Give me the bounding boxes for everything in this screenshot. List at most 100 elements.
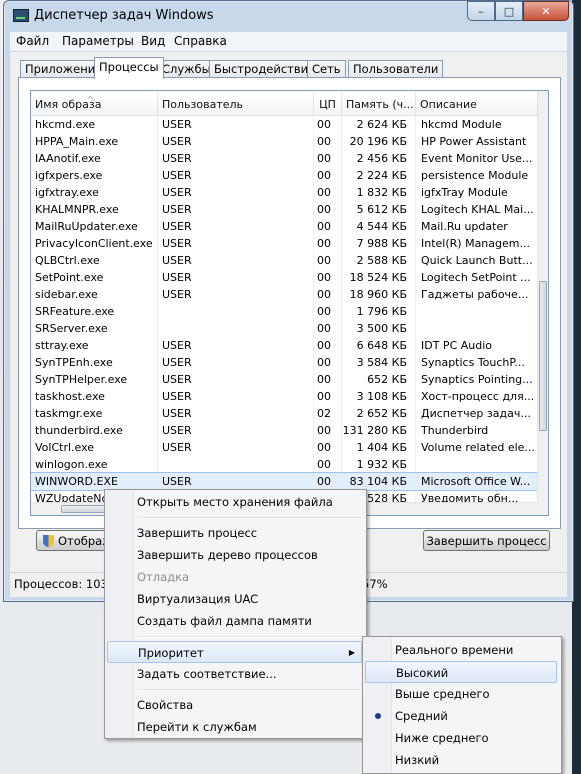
cell-memory: 2 624 КБ xyxy=(356,118,407,131)
cell-description: Event Monitor Use... xyxy=(421,152,533,165)
tab-network[interactable]: Сеть xyxy=(307,60,346,78)
context-menu-item[interactable]: Создать файл дампа памяти xyxy=(107,610,362,632)
priority-menu-item[interactable]: Реального времени xyxy=(365,639,557,661)
menu-options[interactable]: Параметры xyxy=(62,34,134,48)
table-row[interactable]: SRFeature.exe 00 1 796 КБ xyxy=(31,303,538,320)
cell-memory: 2 224 КБ xyxy=(356,169,407,182)
table-row[interactable]: sttray.exe USER 00 6 648 КБ IDT PC Audio xyxy=(31,337,538,354)
cell-user: USER xyxy=(162,186,192,199)
process-list[interactable]: ^ Имя образа Пользователь ЦП Память (ч..… xyxy=(30,90,549,516)
table-row[interactable]: igfxtray.exe USER 00 1 832 КБ igfxTray Modul… xyxy=(31,184,538,201)
vertical-scrollbar[interactable] xyxy=(537,91,548,515)
title-bar[interactable]: Диспетчер задач Windows – □ ✕ xyxy=(4,1,573,29)
tab-performance[interactable]: Быстродействие xyxy=(209,60,321,78)
cell-user: USER xyxy=(162,169,192,182)
task-manager-icon xyxy=(13,9,29,22)
cell-cpu: 00 xyxy=(317,305,331,318)
cell-memory: 1 832 КБ xyxy=(356,186,407,199)
priority-menu-item[interactable]: Средний xyxy=(365,705,557,727)
column-header-row: ^ Имя образа Пользователь ЦП Память (ч..… xyxy=(31,95,538,116)
cell-image-name: KHALMNPR.exe xyxy=(35,203,119,216)
table-row[interactable]: SetPoint.exe USER 00 18 524 КБ Logitech SetP… xyxy=(31,269,538,286)
table-row[interactable]: PrivacyIconClient.exe USER 00 7 988 КБ Intel… xyxy=(31,235,538,252)
context-menu-item[interactable]: Завершить дерево процессов xyxy=(107,544,362,566)
cell-cpu: 00 xyxy=(317,220,331,233)
end-process-button[interactable]: Завершить процесс xyxy=(423,530,550,551)
close-button[interactable]: ✕ xyxy=(523,1,569,21)
table-row[interactable]: VolCtrl.exe USER 00 1 404 КБ Volume related … xyxy=(31,439,538,456)
cell-image-name: SRFeature.exe xyxy=(35,305,115,318)
column-header-description[interactable]: Описание xyxy=(416,95,538,115)
context-menu-item[interactable]: Перейти к службам xyxy=(107,716,362,738)
context-menu-item[interactable]: Приоритет ▶ xyxy=(107,641,362,663)
cell-cpu: 00 xyxy=(317,254,331,267)
cell-description: Гаджеты рабоче... xyxy=(421,288,529,301)
priority-menu-item[interactable]: Низкий xyxy=(365,749,557,771)
process-rows: hkcmd.exe USER 00 2 624 КБ hkcmd Module HPPA_… xyxy=(31,116,539,507)
priority-menu-item[interactable]: Высокий xyxy=(365,661,557,683)
cell-image-name: igfxtray.exe xyxy=(35,186,99,199)
cell-cpu: 00 xyxy=(317,356,331,369)
menu-file[interactable]: Файл xyxy=(16,34,49,48)
table-row[interactable]: QLBCtrl.exe USER 00 2 588 КБ Quick Launch Bu… xyxy=(31,252,538,269)
column-header-user[interactable]: Пользователь xyxy=(158,95,314,115)
column-header-cpu[interactable]: ЦП xyxy=(314,95,342,115)
cell-description: hkcmd Module xyxy=(421,118,502,131)
column-header-image-name[interactable]: ^ Имя образа xyxy=(31,95,158,115)
cell-image-name: SynTPHelper.exe xyxy=(35,373,128,386)
table-row[interactable]: IAAnotif.exe USER 00 2 456 КБ Event Monitor … xyxy=(31,150,538,167)
cell-cpu: 00 xyxy=(317,288,331,301)
cell-user: USER xyxy=(162,237,192,250)
context-menu-item[interactable]: Свойства xyxy=(107,694,362,716)
context-menu-item[interactable]: Завершить процесс xyxy=(107,522,362,544)
cell-cpu: 02 xyxy=(317,407,331,420)
menu-item-label: Свойства xyxy=(137,698,194,712)
menu-view[interactable]: Вид xyxy=(141,34,165,48)
tab-users[interactable]: Пользователи xyxy=(348,60,444,78)
cell-description: Synaptics TouchP... xyxy=(421,356,525,369)
cell-description: persistence Module xyxy=(421,169,529,182)
menu-item-label: Открыть место хранения файла xyxy=(137,495,333,509)
minimize-button[interactable]: – xyxy=(467,1,495,21)
table-row[interactable]: thunderbird.exe USER 00 131 280 КБ Thunderbi… xyxy=(31,422,538,439)
cell-user: USER xyxy=(162,390,192,403)
cell-image-name: winlogon.exe xyxy=(35,458,108,471)
table-row[interactable]: taskhost.exe USER 00 3 108 КБ Хост-процесс д… xyxy=(31,388,538,405)
menu-item-label: Виртуализация UAC xyxy=(137,592,259,606)
table-row[interactable]: SynTPHelper.exe USER 00 652 КБ Synaptics Poi… xyxy=(31,371,538,388)
cell-image-name: SRServer.exe xyxy=(35,322,108,335)
vertical-scroll-thumb[interactable] xyxy=(539,281,547,431)
cell-memory: 7 988 КБ xyxy=(356,237,407,250)
tab-processes[interactable]: Процессы xyxy=(94,57,164,79)
cell-memory: 6 648 КБ xyxy=(356,339,407,352)
priority-menu-item[interactable]: Ниже среднего xyxy=(365,727,557,749)
cell-memory: 3 584 КБ xyxy=(356,356,407,369)
priority-submenu: Реального времени Высокий Выше среднего Сре… xyxy=(362,636,562,774)
table-row[interactable]: SynTPEnh.exe USER 00 3 584 КБ Synaptics Touc… xyxy=(31,354,538,371)
table-row[interactable]: taskmgr.exe USER 02 2 652 КБ Диспетчер задач… xyxy=(31,405,538,422)
table-row[interactable]: KHALMNPR.exe USER 00 5 612 КБ Logitech KHAL … xyxy=(31,201,538,218)
context-menu-item[interactable]: Открыть место хранения файла xyxy=(107,491,362,513)
table-row[interactable]: hkcmd.exe USER 00 2 624 КБ hkcmd Module xyxy=(31,116,538,133)
menu-item-label: Завершить процесс xyxy=(137,526,258,540)
menu-item-label: Перейти к службам xyxy=(137,720,257,734)
maximize-button[interactable]: □ xyxy=(495,1,523,21)
table-row[interactable]: winlogon.exe 00 1 932 КБ xyxy=(31,456,538,473)
table-row[interactable]: SRServer.exe 00 3 500 КБ xyxy=(31,320,538,337)
cell-description: IDT PC Audio xyxy=(421,339,493,352)
cell-memory: 18 524 КБ xyxy=(349,271,407,284)
table-row[interactable]: sidebar.exe USER 00 18 960 КБ Гаджеты рабоче… xyxy=(31,286,538,303)
cell-description: Mail.Ru updater xyxy=(421,220,508,233)
table-row-selected[interactable]: WINWORD.EXE USER 00 83 104 КБ Microsoft Offi… xyxy=(31,472,539,491)
cell-cpu: 00 xyxy=(317,475,331,488)
context-menu-item[interactable]: Виртуализация UAC xyxy=(107,588,362,610)
menu-help[interactable]: Справка xyxy=(174,34,227,48)
priority-menu-item[interactable]: Выше среднего xyxy=(365,683,557,705)
table-row[interactable]: MailRuUpdater.exe USER 00 4 544 КБ Mail.Ru u… xyxy=(31,218,538,235)
column-header-memory[interactable]: Память (ч... xyxy=(342,95,416,115)
table-row[interactable]: HPPA_Main.exe USER 00 20 196 КБ HP Power Ass… xyxy=(31,133,538,150)
table-row[interactable]: igfxpers.exe USER 00 2 224 КБ persistence Mo… xyxy=(31,167,538,184)
cell-cpu: 00 xyxy=(317,322,331,335)
context-menu-item[interactable]: Задать соответствие... xyxy=(107,663,362,685)
tab-services[interactable]: Службы xyxy=(157,60,216,78)
